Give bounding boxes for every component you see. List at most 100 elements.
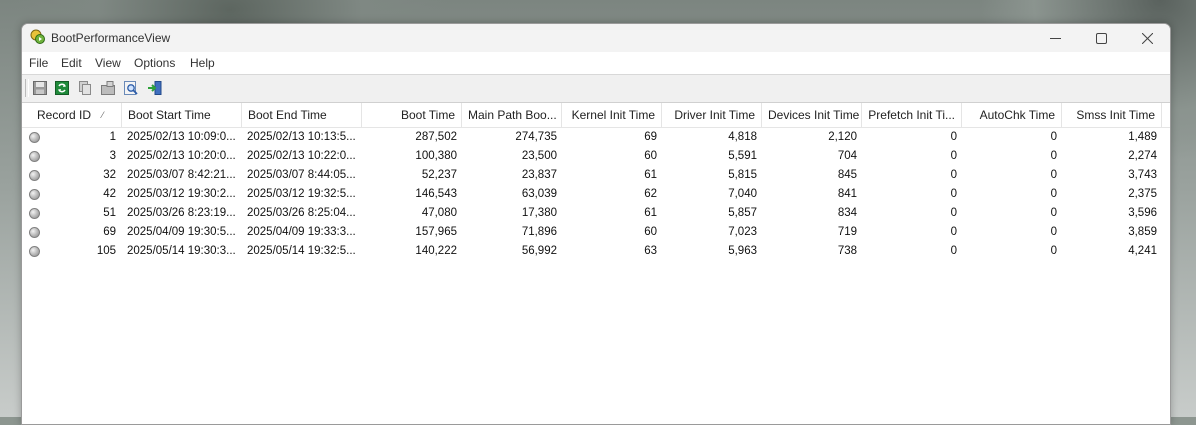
cell-boot-time: 287,502 xyxy=(415,131,457,143)
cell-record-id: 42 xyxy=(103,188,116,200)
cell-main-path-boot: 56,992 xyxy=(521,245,557,257)
minimize-button[interactable] xyxy=(1032,24,1078,52)
cell-smss-init-time: 3,596 xyxy=(1128,207,1157,219)
table-row[interactable]: 3 2025/02/13 10:20:0... 2025/02/13 10:22:0… xyxy=(22,147,1170,166)
cell-record-id: 51 xyxy=(103,207,116,219)
column-header-autochk-time[interactable]: AutoChk Time xyxy=(962,103,1062,127)
close-button[interactable] xyxy=(1124,24,1170,52)
cell-boot-start-time: 2025/03/07 8:42:21... xyxy=(127,169,236,181)
cell-driver-init-time: 5,815 xyxy=(728,169,757,181)
column-header-main-path-boot[interactable]: Main Path Boo... xyxy=(462,103,562,127)
window-title: BootPerformanceView xyxy=(51,31,171,45)
cell-main-path-boot: 23,837 xyxy=(521,169,557,181)
cell-smss-init-time: 4,241 xyxy=(1128,245,1157,257)
cell-prefetch-init-time: 0 xyxy=(950,245,957,257)
cell-boot-start-time: 2025/03/12 19:30:2... xyxy=(127,188,236,200)
column-header-devices-init-time[interactable]: Devices Init Time xyxy=(762,103,862,127)
column-header-smss-init-time[interactable]: Smss Init Time xyxy=(1062,103,1162,127)
cell-autochk-time: 0 xyxy=(1050,150,1057,162)
exit-button[interactable] xyxy=(146,79,164,97)
table-row[interactable]: 32 2025/03/07 8:42:21... 2025/03/07 8:44:0… xyxy=(22,166,1170,185)
cell-main-path-boot: 274,735 xyxy=(515,131,557,143)
cell-main-path-boot: 17,380 xyxy=(521,207,557,219)
cell-boot-time: 157,965 xyxy=(415,226,457,238)
table-row[interactable]: 105 2025/05/14 19:30:3... 2025/05/14 19:32… xyxy=(22,242,1170,261)
cell-prefetch-init-time: 0 xyxy=(950,226,957,238)
cell-record-id: 32 xyxy=(103,169,116,181)
column-header-record-id[interactable]: Record ID ⁄ xyxy=(22,103,122,127)
menu-help[interactable]: Help xyxy=(190,56,215,70)
cell-kernel-init-time: 69 xyxy=(644,131,657,143)
table-row[interactable]: 42 2025/03/12 19:30:2... 2025/03/12 19:32:… xyxy=(22,185,1170,204)
close-icon xyxy=(1141,32,1153,44)
exit-icon xyxy=(148,81,162,95)
cell-record-id: 3 xyxy=(109,150,116,162)
title-bar[interactable]: BootPerformanceView xyxy=(22,24,1170,52)
cell-driver-init-time: 5,963 xyxy=(728,245,757,257)
column-header-boot-end-time[interactable]: Boot End Time xyxy=(242,103,362,127)
column-header-boot-time[interactable]: Boot Time xyxy=(362,103,462,127)
cell-prefetch-init-time: 0 xyxy=(950,188,957,200)
cell-boot-time: 47,080 xyxy=(421,207,457,219)
maximize-button[interactable] xyxy=(1078,24,1124,52)
boot-records-list[interactable]: Record ID ⁄ Boot Start Time Boot End Tim… xyxy=(22,103,1170,424)
cell-boot-start-time: 2025/02/13 10:20:0... xyxy=(127,150,236,162)
cell-kernel-init-time: 62 xyxy=(644,188,657,200)
save-icon xyxy=(33,81,47,95)
menu-options[interactable]: Options xyxy=(134,56,175,70)
cell-smss-init-time: 3,743 xyxy=(1128,169,1157,181)
cell-devices-init-time: 2,120 xyxy=(828,131,857,143)
cell-main-path-boot: 71,896 xyxy=(521,226,557,238)
app-window: BootPerformanceView File Edit View Optio… xyxy=(21,23,1171,425)
cell-autochk-time: 0 xyxy=(1050,245,1057,257)
refresh-button[interactable] xyxy=(53,79,71,97)
cell-smss-init-time: 3,859 xyxy=(1128,226,1157,238)
cell-smss-init-time: 2,274 xyxy=(1128,150,1157,162)
cell-main-path-boot: 23,500 xyxy=(521,150,557,162)
cell-kernel-init-time: 60 xyxy=(644,226,657,238)
toolbar-grip[interactable] xyxy=(25,79,29,97)
menu-file[interactable]: File xyxy=(29,56,48,70)
cell-devices-init-time: 841 xyxy=(837,188,857,200)
cell-prefetch-init-time: 0 xyxy=(950,207,957,219)
cell-driver-init-time: 4,818 xyxy=(728,131,757,143)
cell-kernel-init-time: 60 xyxy=(644,150,657,162)
find-icon xyxy=(124,81,138,95)
cell-autochk-time: 0 xyxy=(1050,226,1057,238)
cell-boot-start-time: 2025/04/09 19:30:5... xyxy=(127,226,236,238)
table-row[interactable]: 51 2025/03/26 8:23:19... 2025/03/26 8:25:0… xyxy=(22,204,1170,223)
cell-devices-init-time: 834 xyxy=(837,207,857,219)
cell-prefetch-init-time: 0 xyxy=(950,169,957,181)
cell-smss-init-time: 1,489 xyxy=(1128,131,1157,143)
column-header-boot-start-time[interactable]: Boot Start Time xyxy=(122,103,242,127)
cell-main-path-boot: 63,039 xyxy=(521,188,557,200)
cell-kernel-init-time: 61 xyxy=(644,169,657,181)
column-header-prefetch-init-time[interactable]: Prefetch Init Ti... xyxy=(862,103,962,127)
menu-view[interactable]: View xyxy=(95,56,121,70)
cell-devices-init-time: 738 xyxy=(837,245,857,257)
copy-button[interactable] xyxy=(76,79,94,97)
save-button[interactable] xyxy=(31,79,49,97)
cell-devices-init-time: 845 xyxy=(837,169,857,181)
menu-bar: File Edit View Options Help xyxy=(22,52,1170,73)
menu-edit[interactable]: Edit xyxy=(61,56,82,70)
cell-kernel-init-time: 61 xyxy=(644,207,657,219)
cell-driver-init-time: 7,040 xyxy=(728,188,757,200)
properties-button[interactable] xyxy=(99,79,117,97)
find-button[interactable] xyxy=(122,79,140,97)
cell-boot-end-time: 2025/03/07 8:44:05... xyxy=(247,169,356,181)
cell-boot-time: 146,543 xyxy=(415,188,457,200)
cell-boot-start-time: 2025/05/14 19:30:3... xyxy=(127,245,236,257)
cell-boot-time: 100,380 xyxy=(415,150,457,162)
column-header-driver-init-time[interactable]: Driver Init Time xyxy=(662,103,762,127)
cell-boot-end-time: 2025/02/13 10:22:0... xyxy=(247,150,356,162)
column-header-kernel-init-time[interactable]: Kernel Init Time xyxy=(562,103,662,127)
cell-record-id: 69 xyxy=(103,226,116,238)
cell-boot-end-time: 2025/03/12 19:32:5... xyxy=(247,188,356,200)
table-row[interactable]: 1 2025/02/13 10:09:0... 2025/02/13 10:13:5… xyxy=(22,128,1170,147)
minimize-icon xyxy=(1049,37,1061,39)
cell-kernel-init-time: 63 xyxy=(644,245,657,257)
table-row[interactable]: 69 2025/04/09 19:30:5... 2025/04/09 19:33:… xyxy=(22,223,1170,242)
cell-boot-time: 52,237 xyxy=(421,169,457,181)
copy-icon xyxy=(79,81,91,95)
